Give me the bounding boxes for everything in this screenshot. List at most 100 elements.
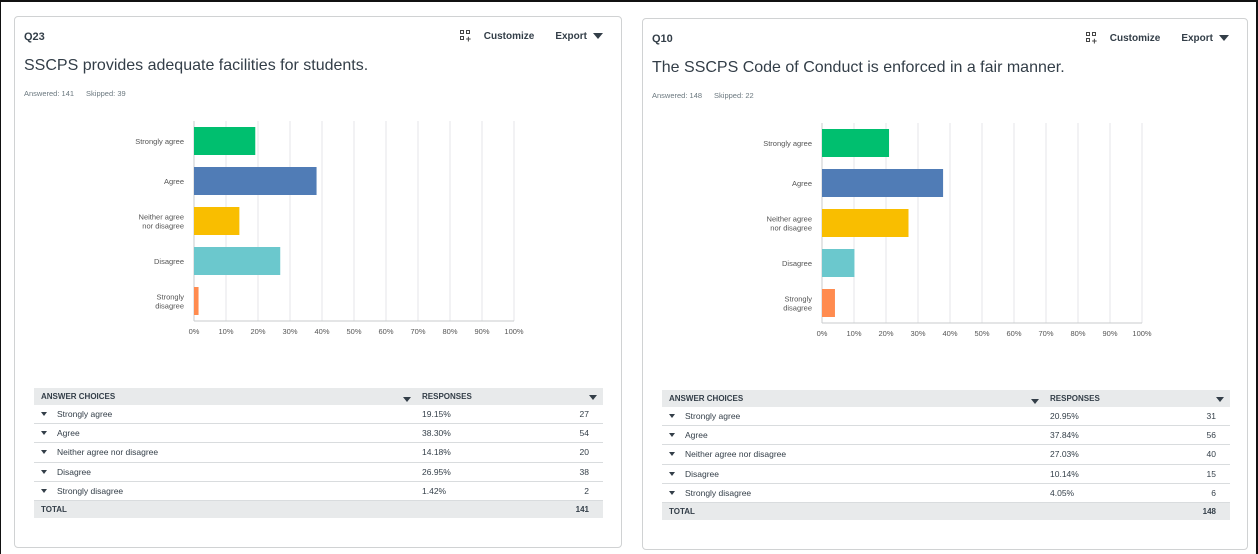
bar-chart: 0% 10% 20% 30% 40% 50% 60% 70% 80% 90% 100% Strongl… — [763, 123, 1152, 338]
sort-caret-icon — [1216, 397, 1224, 402]
answer-choice[interactable]: Strongly disagree — [34, 486, 419, 496]
expand-caret-icon[interactable] — [669, 433, 675, 438]
response-count: 38 — [579, 466, 589, 477]
expand-caret-icon[interactable] — [669, 471, 675, 476]
expand-caret-icon[interactable] — [41, 431, 47, 436]
x-tick-label: 100% — [1132, 329, 1152, 338]
export-label: Export — [555, 30, 587, 42]
x-tick-label: 60% — [378, 327, 393, 336]
question-number: Q10 — [652, 33, 673, 45]
x-tick-label: 30% — [282, 327, 297, 336]
bar — [194, 167, 317, 195]
table-row: Neither agree nor disagree 27.03% 40 — [662, 445, 1230, 465]
table-row: Disagree 10.14% 15 — [662, 465, 1230, 484]
answer-choices-header[interactable]: ANSWER CHOICES — [34, 392, 419, 402]
total-count: 141 — [575, 504, 589, 514]
answer-table: ANSWER CHOICES RESPONSES Strongly agree 2… — [662, 390, 1230, 520]
table-row: Agree 37.84% 56 — [662, 426, 1230, 446]
question-card-q23: Q23 + Customize Export SSCPS provides ad… — [14, 16, 622, 548]
response-count: 2 — [584, 485, 589, 496]
response-count: 6 — [1211, 487, 1216, 498]
total-count: 148 — [1202, 506, 1216, 516]
response-percent: 37.84% — [1050, 430, 1079, 441]
response-count: 20 — [579, 447, 589, 458]
response-count: 15 — [1206, 468, 1216, 479]
x-tick-label: 0% — [817, 329, 828, 338]
answer-choice[interactable]: Neither agree nor disagree — [662, 449, 1047, 459]
answer-choices-header-label: ANSWER CHOICES — [669, 394, 744, 403]
expand-caret-icon[interactable] — [669, 452, 675, 457]
answer-choices-header[interactable]: ANSWER CHOICES — [662, 394, 1047, 404]
x-tick-label: 20% — [878, 329, 893, 338]
answer-choice[interactable]: Agree — [662, 430, 1047, 440]
category-label: Disagree — [154, 257, 184, 266]
response-percent: 4.05% — [1050, 487, 1075, 498]
x-tick-label: 0% — [189, 327, 200, 336]
export-button[interactable]: Export — [1181, 33, 1229, 44]
table-total-row: TOTAL 148 — [662, 502, 1230, 520]
answered-count: Answered: 141 — [24, 89, 75, 98]
answer-choice-label: Neither agree nor disagree — [57, 447, 159, 458]
x-tick-label: 30% — [910, 329, 925, 338]
skipped-count: Skipped: 22 — [714, 91, 754, 100]
response-percent: 26.95% — [422, 466, 451, 477]
answer-choice[interactable]: Disagree — [662, 469, 1047, 479]
response-count: 31 — [1206, 411, 1216, 422]
answer-choice-label: Strongly agree — [685, 411, 741, 422]
question-title: SSCPS provides adequate facilities for s… — [24, 57, 369, 74]
x-tick-label: 40% — [314, 327, 329, 336]
response-percent: 10.14% — [1050, 468, 1079, 479]
customize-button[interactable]: Customize — [484, 31, 535, 42]
table-header: ANSWER CHOICES RESPONSES — [662, 390, 1230, 407]
response-stats: Answered: 148 Skipped: 22 — [652, 91, 754, 100]
expand-caret-icon[interactable] — [41, 450, 47, 455]
response-percent: 27.03% — [1050, 449, 1079, 460]
bar — [822, 169, 944, 197]
answered-count: Answered: 148 — [652, 91, 703, 100]
answer-choice[interactable]: Disagree — [34, 467, 419, 477]
answer-choice[interactable]: Strongly disagree — [662, 488, 1047, 498]
x-tick-label: 50% — [974, 329, 989, 338]
table-row: Neither agree nor disagree 14.18% 20 — [34, 443, 603, 463]
customize-icon[interactable]: + — [459, 30, 472, 44]
expand-caret-icon[interactable] — [669, 490, 675, 495]
answer-choice[interactable]: Strongly agree — [662, 411, 1047, 421]
x-tick-label: 70% — [1038, 329, 1053, 338]
table-row: Agree 38.30% 54 — [34, 424, 603, 444]
table-row: Strongly disagree 4.05% 6 — [662, 484, 1230, 503]
response-percent: 14.18% — [422, 447, 451, 458]
bar-chart: 0% 10% 20% 30% 40% 50% 60% 70% 80% 90% 100% Strongl… — [135, 121, 524, 336]
bar — [822, 249, 855, 277]
expand-caret-icon[interactable] — [41, 412, 47, 417]
answer-choice[interactable]: Agree — [34, 428, 419, 438]
expand-caret-icon[interactable] — [41, 488, 47, 493]
caret-down-icon — [1219, 34, 1229, 41]
customize-button[interactable]: Customize — [1110, 33, 1161, 44]
export-button[interactable]: Export — [555, 31, 603, 42]
x-tick-label: 100% — [504, 327, 524, 336]
answer-choice-label: Disagree — [57, 466, 92, 477]
expand-caret-icon[interactable] — [669, 414, 675, 419]
table-row: Strongly agree 19.15% 27 — [34, 405, 603, 425]
responses-header[interactable]: RESPONSES — [1047, 394, 1230, 403]
answer-table: ANSWER CHOICES RESPONSES Strongly agree 1… — [34, 388, 603, 518]
expand-caret-icon[interactable] — [41, 469, 47, 474]
answer-choice-label: Disagree — [685, 468, 720, 479]
x-tick-label: 60% — [1006, 329, 1021, 338]
bar — [194, 207, 240, 235]
card-toolbar: + Customize Export — [459, 30, 603, 44]
answer-choice[interactable]: Neither agree nor disagree — [34, 447, 419, 457]
table-row: Disagree 26.95% 38 — [34, 463, 603, 482]
x-tick-label: 40% — [942, 329, 957, 338]
answer-choice[interactable]: Strongly agree — [34, 409, 419, 419]
category-label: disagree — [155, 302, 184, 311]
category-label: Strongly agree — [763, 139, 812, 148]
export-label: Export — [1181, 32, 1213, 44]
x-tick-label: 80% — [1070, 329, 1085, 338]
question-title: The SSCPS Code of Conduct is enforced in… — [652, 59, 1065, 76]
response-percent: 1.42% — [422, 485, 447, 496]
customize-icon[interactable]: + — [1085, 32, 1098, 46]
x-tick-label: 20% — [250, 327, 265, 336]
category-label: nor disagree — [142, 222, 184, 231]
responses-header[interactable]: RESPONSES — [419, 392, 603, 401]
